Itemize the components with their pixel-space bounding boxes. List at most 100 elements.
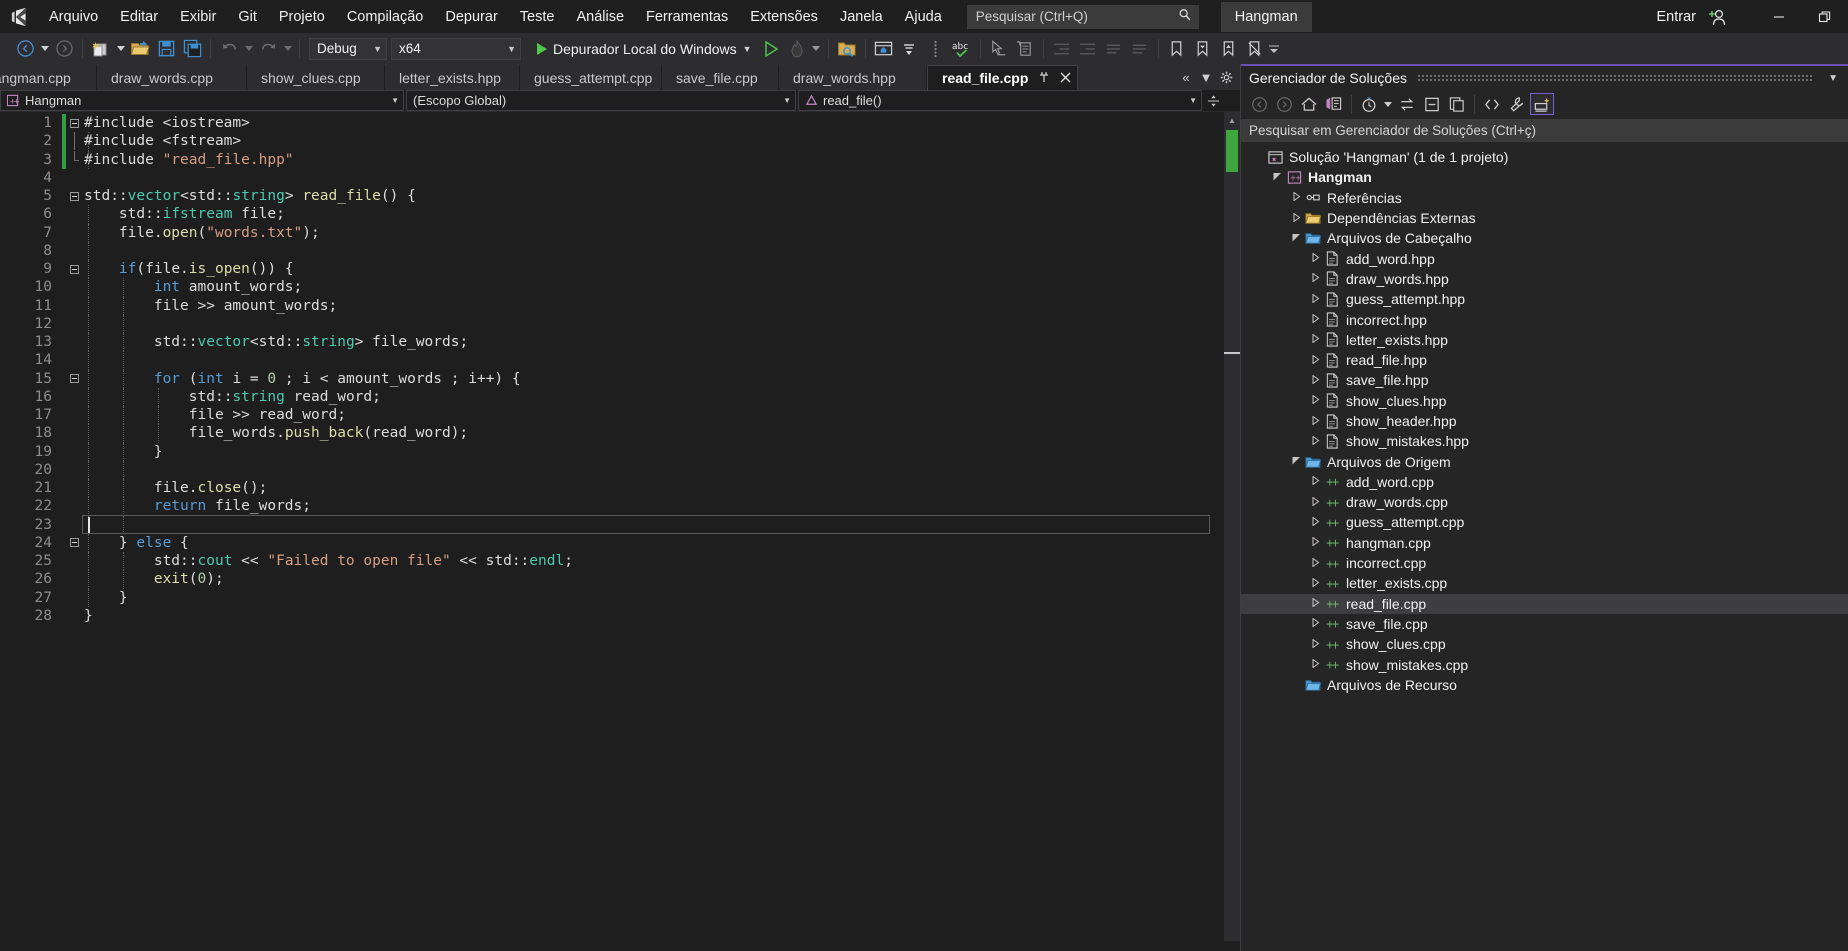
code-text[interactable]: file_words.push_back(read_word); <box>82 425 468 441</box>
code-line[interactable]: 5 std::vector<std::string> read_file() { <box>0 187 1240 205</box>
uncomment-icon[interactable] <box>1127 36 1153 62</box>
pointer-select-icon[interactable] <box>986 36 1012 62</box>
panel-menu-chevron-icon[interactable]: ▼ <box>1824 73 1842 84</box>
active-files-dropdown-icon[interactable]: ▼ <box>1196 65 1216 89</box>
code-text[interactable]: if(file.is_open()) { <box>82 261 294 277</box>
code-line[interactable]: 13 std::vector<std::string> file_words; <box>0 333 1240 352</box>
tree-item[interactable]: + + show_clues.cpp <box>1241 634 1848 654</box>
configuration-combobox[interactable]: Debug ▼ <box>309 37 387 60</box>
fold-column[interactable] <box>66 150 82 169</box>
navbar-scope-combobox[interactable]: (Escopo Global) ▼ <box>406 90 796 111</box>
code-text[interactable]: exit(0); <box>82 571 224 587</box>
forward-icon[interactable] <box>1272 93 1296 115</box>
sign-in-label[interactable]: Entrar <box>1649 5 1705 29</box>
select-startup-item-icon[interactable] <box>834 36 860 62</box>
code-line[interactable]: 14 <box>0 351 1240 370</box>
code-line[interactable]: 8 <box>0 241 1240 260</box>
tree-item-selected[interactable]: + + read_file.cpp <box>1241 593 1848 614</box>
document-tab[interactable]: save_file.cpp <box>662 65 779 90</box>
chevron-right-icon[interactable] <box>1308 272 1322 284</box>
collapse-region-icon[interactable] <box>69 118 79 128</box>
document-tab[interactable]: draw_words.cpp <box>97 65 247 90</box>
scroll-tabs-left-icon[interactable]: « <box>1176 65 1196 89</box>
fold-column[interactable] <box>66 114 82 132</box>
fold-column[interactable] <box>66 297 82 315</box>
save-file-icon[interactable] <box>153 36 179 62</box>
redo-icon[interactable] <box>255 36 281 62</box>
tree-item[interactable]: Solução 'Hangman' (1 de 1 projeto) <box>1241 147 1848 167</box>
navigate-back-icon[interactable] <box>12 36 38 62</box>
collapse-region-icon[interactable] <box>69 264 79 274</box>
collapse-all-icon[interactable] <box>1420 93 1444 115</box>
tree-item[interactable]: + + guess_attempt.cpp <box>1241 512 1848 532</box>
sync-with-active-document-icon[interactable] <box>1395 93 1419 115</box>
fold-column[interactable] <box>66 570 82 588</box>
chevron-right-icon[interactable] <box>1308 435 1322 447</box>
tree-item[interactable]: + + add_word.cpp <box>1241 472 1848 492</box>
code-line[interactable]: 18 file_words.push_back(read_word); <box>0 424 1240 443</box>
document-tab[interactable]: read_file.cpp <box>927 65 1079 90</box>
chevron-right-icon[interactable] <box>1308 658 1322 670</box>
solution-explorer-search-input[interactable]: Pesquisar em Gerenciador de Soluções (Ct… <box>1241 119 1848 142</box>
fold-column[interactable] <box>66 260 82 278</box>
tree-item[interactable]: letter_exists.hpp <box>1241 330 1848 350</box>
tree-item[interactable]: Arquivos de Origem <box>1241 451 1848 471</box>
menu-item-teste[interactable]: Teste <box>509 3 566 31</box>
chevron-right-icon[interactable] <box>1308 333 1322 345</box>
code-line[interactable]: 11 file >> amount_words; <box>0 296 1240 315</box>
fold-column[interactable] <box>66 461 82 479</box>
chevron-right-icon[interactable] <box>1308 516 1322 528</box>
indent-decrease-icon[interactable] <box>1049 36 1075 62</box>
chevron-right-icon[interactable] <box>1289 212 1303 224</box>
code-text[interactable]: file >> read_word; <box>82 407 346 423</box>
code-line[interactable]: 4 <box>0 169 1240 187</box>
gear-icon[interactable] <box>1216 65 1236 89</box>
code-lines[interactable]: 1 #include <iostream> 2 #include <fstream> 3… <box>0 112 1240 941</box>
tree-item[interactable]: add_word.hpp <box>1241 248 1848 268</box>
chevron-right-icon[interactable] <box>1308 597 1322 609</box>
indent-increase-icon[interactable] <box>1075 36 1101 62</box>
chevron-right-icon[interactable] <box>1308 354 1322 366</box>
code-text[interactable]: } <box>82 608 93 624</box>
code-text[interactable]: for (int i = 0 ; i < amount_words ; i++)… <box>82 371 521 387</box>
global-search-box[interactable]: Pesquisar (Ctrl+Q) <box>966 4 1199 29</box>
chevron-right-icon[interactable] <box>1308 496 1322 508</box>
code-text[interactable]: return file_words; <box>82 498 311 514</box>
fold-column[interactable] <box>66 534 82 552</box>
navbar-member-combobox[interactable]: read_file() ▼ <box>798 90 1202 111</box>
fold-column[interactable] <box>66 443 82 461</box>
document-tab[interactable]: letter_exists.hpp <box>385 65 520 90</box>
chevron-right-icon[interactable] <box>1289 191 1303 203</box>
code-text[interactable]: std::string read_word; <box>82 389 381 405</box>
tree-item[interactable]: + + hangman.cpp <box>1241 533 1848 553</box>
code-line[interactable]: 9 if(file.is_open()) { <box>0 260 1240 279</box>
fold-column[interactable] <box>66 497 82 515</box>
open-file-icon[interactable] <box>127 36 153 62</box>
redo-dropdown-icon[interactable] <box>281 36 294 62</box>
solution-view-icon[interactable] <box>1322 93 1346 115</box>
new-project-icon[interactable] <box>88 36 114 62</box>
fold-column[interactable] <box>66 370 82 388</box>
previous-bookmark-icon[interactable] <box>1190 36 1216 62</box>
preview-selected-items-icon[interactable] <box>1530 93 1554 115</box>
chevron-right-icon[interactable] <box>1308 475 1322 487</box>
chevron-right-icon[interactable] <box>1308 313 1322 325</box>
tree-item[interactable]: read_file.hpp <box>1241 350 1848 370</box>
restore-button[interactable] <box>1802 0 1848 33</box>
code-line[interactable]: 15 for (int i = 0 ; i < amount_words ; i… <box>0 369 1240 388</box>
tree-item[interactable]: incorrect.hpp <box>1241 309 1848 329</box>
code-line[interactable]: 19 } <box>0 442 1240 461</box>
code-line[interactable]: 7 file.open("words.txt"); <box>0 223 1240 242</box>
hot-reload-dropdown-icon[interactable] <box>810 36 823 62</box>
chevron-right-icon[interactable] <box>1308 638 1322 650</box>
next-bookmark-icon[interactable] <box>1216 36 1242 62</box>
undo-dropdown-icon[interactable] <box>242 36 255 62</box>
fold-column[interactable] <box>66 607 82 625</box>
chevron-right-icon[interactable] <box>1308 617 1322 629</box>
chevron-right-icon[interactable] <box>1308 394 1322 406</box>
chevron-right-icon[interactable] <box>1308 252 1322 264</box>
tree-item[interactable]: + + show_mistakes.cpp <box>1241 654 1848 674</box>
code-line[interactable]: 21 file.close(); <box>0 479 1240 498</box>
solution-tree[interactable]: Solução 'Hangman' (1 de 1 projeto) + + Hang… <box>1241 142 1848 951</box>
tree-item[interactable]: Arquivos de Recurso <box>1241 675 1848 695</box>
